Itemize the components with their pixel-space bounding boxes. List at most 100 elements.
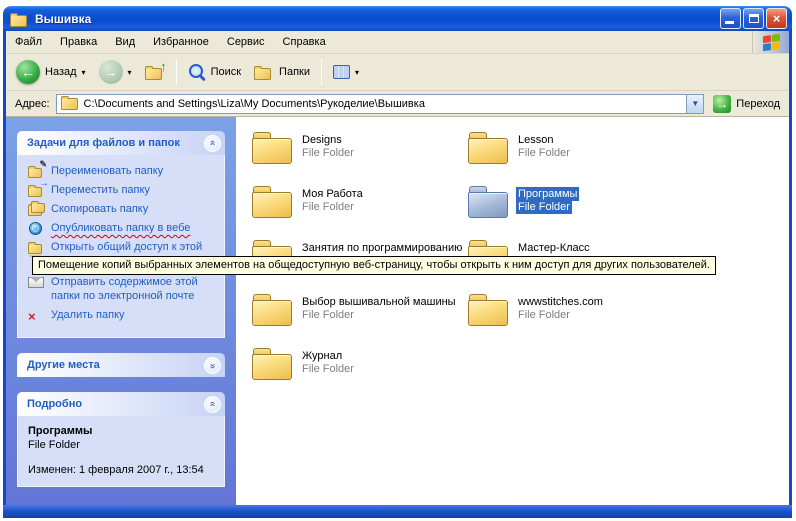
address-path[interactable]: C:\Documents and Settings\Liza\My Docume… [84, 98, 682, 110]
search-button[interactable]: Поиск [182, 59, 247, 85]
go-button[interactable]: → Переход [710, 93, 783, 115]
windows-flag-icon [763, 33, 780, 50]
folder-name: Designs [300, 133, 344, 147]
forward-arrow-icon: → [99, 60, 123, 84]
folder-type: File Folder [516, 309, 572, 322]
go-arrow-icon: → [713, 95, 731, 113]
maximize-button[interactable] [743, 8, 764, 29]
back-dropdown-icon[interactable]: ▾ [82, 68, 86, 77]
task-delete-folder[interactable]: × Удалить папку [28, 308, 218, 322]
window-folder-icon [10, 11, 30, 27]
address-label: Адрес: [15, 98, 50, 110]
folder-icon [468, 293, 508, 327]
folder-item-zhurnal[interactable]: Журнал File Folder [252, 347, 468, 401]
folder-icon [252, 131, 292, 165]
folder-icon [252, 293, 292, 327]
menu-tools[interactable]: Сервис [218, 32, 274, 52]
tasks-panel: Задачи для файлов и папок » ✎ Переименов… [17, 131, 225, 338]
other-places-panel: Другие места » [17, 353, 225, 377]
folder-item-moya-rabota[interactable]: Моя Работа File Folder [252, 185, 468, 239]
up-folder-icon: ↑ [145, 64, 165, 80]
task-rename-folder[interactable]: ✎ Переименовать папку [28, 164, 218, 178]
menu-bar: Файл Правка Вид Избранное Сервис Справка [6, 31, 789, 54]
rename-folder-icon: ✎ [28, 164, 45, 178]
details-item-name: Программы [28, 425, 218, 437]
folder-type: File Folder [516, 201, 572, 214]
toolbar-separator [321, 59, 322, 85]
folder-type: File Folder [300, 309, 356, 322]
folder-icon [252, 185, 292, 219]
folder-item-programmy-selected[interactable]: Программы File Folder [468, 185, 789, 239]
address-dropdown-button[interactable]: ▼ [686, 95, 703, 113]
folder-type: File Folder [516, 147, 572, 160]
views-button[interactable]: ▾ [327, 61, 365, 83]
task-pane: Задачи для файлов и папок » ✎ Переименов… [6, 117, 236, 505]
address-input[interactable]: C:\Documents and Settings\Liza\My Docume… [56, 94, 705, 114]
details-panel-header[interactable]: Подробно » [17, 392, 225, 416]
folder-name: Моя Работа [300, 187, 365, 201]
folder-name: Занятия по программированию [300, 241, 464, 255]
views-icon [333, 65, 350, 79]
task-copy-folder[interactable]: Скопировать папку [28, 202, 218, 216]
chevron-down-icon[interactable]: » [204, 357, 221, 374]
folder-item-vybor-mashiny[interactable]: Выбор вышивальной машины File Folder [252, 293, 468, 347]
folder-icon [252, 347, 292, 381]
forward-button[interactable]: → ▾ [93, 56, 138, 88]
copy-folder-icon [28, 202, 45, 216]
folder-name: Мастер-Класс [516, 241, 592, 255]
back-arrow-icon: ← [16, 60, 40, 84]
folder-item-wwwstitches[interactable]: wwwstitches.com File Folder [468, 293, 789, 347]
move-folder-icon: → [28, 183, 45, 197]
views-dropdown-icon[interactable]: ▾ [355, 68, 359, 77]
chevron-up-icon[interactable]: » [204, 135, 221, 152]
details-item-type: File Folder [28, 439, 218, 451]
folders-button[interactable]: Папки [248, 60, 316, 84]
share-folder-icon [28, 240, 45, 254]
folder-name: wwwstitches.com [516, 295, 605, 309]
back-button[interactable]: ← Назад ▾ [10, 56, 92, 88]
minimize-button[interactable] [720, 8, 741, 29]
folder-name: Журнал [300, 349, 344, 363]
email-icon [28, 275, 45, 289]
windows-logo [752, 31, 789, 53]
folder-item-designs[interactable]: Designs File Folder [252, 131, 468, 185]
task-publish-folder-web[interactable]: Опубликовать папку в вебе [28, 221, 218, 235]
details-panel: Подробно » Программы File Folder Изменен… [17, 392, 225, 487]
titlebar[interactable]: Вышивка × [3, 6, 792, 31]
folder-icon-selected [468, 185, 508, 219]
menu-view[interactable]: Вид [106, 32, 144, 52]
search-icon [188, 63, 206, 81]
menu-file[interactable]: Файл [6, 32, 51, 52]
folder-item-lesson[interactable]: Lesson File Folder [468, 131, 789, 185]
toolbar-separator [176, 59, 177, 85]
up-button[interactable]: ↑ [139, 60, 171, 84]
menu-help[interactable]: Справка [274, 32, 335, 52]
folder-name: Выбор вышивальной машины [300, 295, 458, 309]
explorer-window: Вышивка × Файл Правка Вид Избранное Серв… [3, 6, 792, 518]
folder-type: File Folder [300, 201, 356, 214]
address-folder-icon [61, 97, 79, 110]
file-list-area[interactable]: Designs File Folder Lesson File Folder [236, 117, 789, 505]
delete-x-icon: × [28, 308, 45, 322]
folder-type: File Folder [300, 363, 356, 376]
publish-web-globe-icon [28, 221, 45, 235]
menu-edit[interactable]: Правка [51, 32, 106, 52]
address-bar: Адрес: C:\Documents and Settings\Liza\My… [6, 91, 789, 117]
forward-dropdown-icon[interactable]: ▾ [128, 68, 132, 77]
chevron-up-icon[interactable]: » [204, 396, 221, 413]
folder-name: Lesson [516, 133, 555, 147]
toolbar: ← Назад ▾ → ▾ ↑ Поиск Папки [6, 54, 789, 91]
window-title: Вышивка [35, 12, 715, 26]
folder-type: File Folder [300, 147, 356, 160]
other-places-header[interactable]: Другие места » [17, 353, 225, 377]
folder-icon [468, 131, 508, 165]
details-item-modified: Изменен: 1 февраля 2007 г., 13:54 [28, 464, 218, 476]
publish-task-tooltip: Помещение копий выбранных элементов на о… [32, 256, 716, 275]
task-email-folder[interactable]: Отправить содержимое этой папки по элект… [28, 275, 218, 303]
tasks-panel-header[interactable]: Задачи для файлов и папок » [17, 131, 225, 155]
task-move-folder[interactable]: → Переместить папку [28, 183, 218, 197]
menu-favorites[interactable]: Избранное [144, 32, 218, 52]
folders-icon [254, 64, 274, 80]
folder-name: Программы [516, 187, 579, 201]
close-button[interactable]: × [766, 8, 787, 29]
